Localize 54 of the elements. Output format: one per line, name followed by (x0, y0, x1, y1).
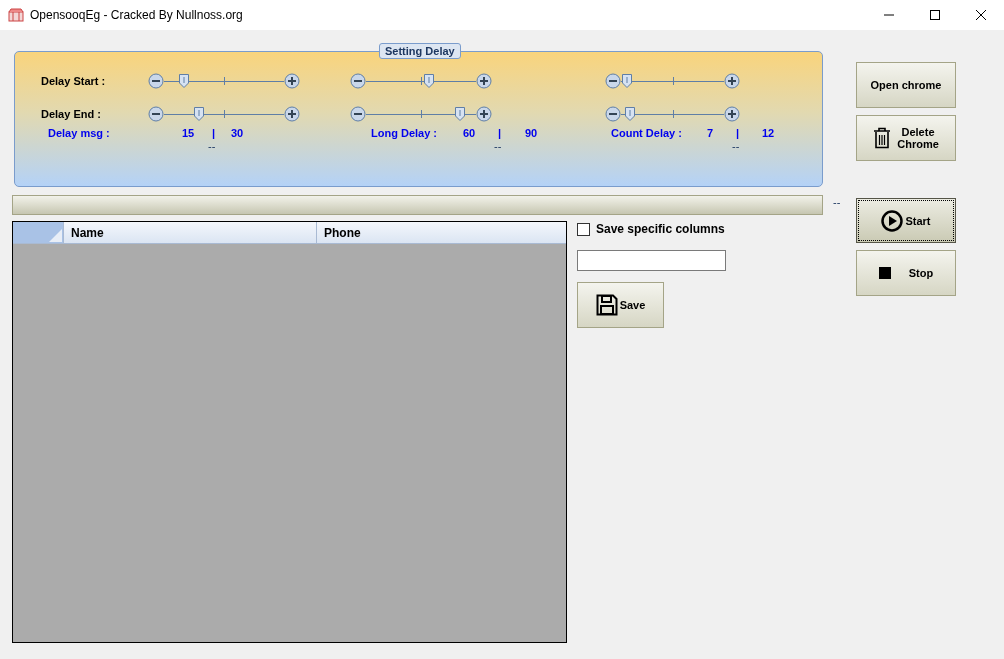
text-field[interactable] (577, 250, 726, 271)
value-separator: | (736, 127, 741, 139)
slider-label: Delay Start : (41, 74, 107, 87)
plus-icon[interactable] (724, 72, 740, 89)
action-button[interactable]: Open chrome (856, 62, 956, 108)
summary-label: Long Delay : (371, 127, 438, 139)
dash-text: -- (208, 140, 217, 152)
dash-text: -- (732, 140, 741, 152)
start-value: 60 (463, 127, 477, 139)
plus-icon[interactable] (476, 72, 492, 89)
close-icon[interactable] (976, 10, 986, 20)
save-button[interactable]: Save (577, 282, 664, 328)
end-value: 90 (525, 127, 539, 139)
slider-thumb[interactable] (193, 106, 204, 121)
end-value: 30 (231, 127, 245, 139)
maximize-icon[interactable] (930, 10, 940, 20)
slider-thumb[interactable] (625, 106, 636, 121)
plus-icon[interactable] (284, 105, 300, 122)
save-columns-checkbox[interactable]: Save specific columns (577, 222, 726, 236)
minus-icon[interactable] (350, 105, 366, 122)
plus-icon[interactable] (476, 105, 492, 122)
play-icon (881, 209, 904, 232)
minus-icon[interactable] (148, 72, 164, 89)
start-value: 7 (707, 127, 715, 139)
minus-icon[interactable] (350, 72, 366, 89)
dash-text: -- (494, 140, 503, 152)
plus-icon[interactable] (284, 72, 300, 89)
window-title: OpensooqEg - Cracked By Nullnoss.org (30, 8, 243, 22)
plus-icon[interactable] (724, 105, 740, 122)
group-title: Setting Delay (379, 43, 461, 59)
action-button[interactable]: Stop (856, 250, 956, 296)
start-value: 15 (182, 127, 196, 139)
slider-thumb[interactable] (179, 73, 190, 88)
value-separator: | (212, 127, 217, 139)
action-button[interactable]: Start (856, 198, 956, 243)
summary-label: Count Delay : (611, 127, 683, 139)
action-button[interactable]: Delete Chrome (856, 115, 956, 161)
column-header[interactable]: Name (64, 222, 317, 243)
value-separator: | (498, 127, 503, 139)
minus-icon[interactable] (605, 105, 621, 122)
end-value: 12 (762, 127, 776, 139)
status-text: -- (833, 196, 841, 208)
stop-icon (878, 267, 891, 279)
slider-thumb[interactable] (423, 73, 434, 88)
column-header[interactable]: Phone (317, 222, 566, 243)
trash-icon (873, 127, 891, 149)
checkbox[interactable] (577, 222, 590, 236)
slider-thumb[interactable] (622, 73, 633, 88)
app-icon (8, 8, 24, 22)
minus-icon[interactable] (605, 72, 621, 89)
slider-label: Delay End : (41, 107, 102, 120)
slider-thumb[interactable] (454, 106, 465, 121)
minus-icon[interactable] (148, 105, 164, 122)
summary-label: Delay msg : (48, 127, 111, 139)
